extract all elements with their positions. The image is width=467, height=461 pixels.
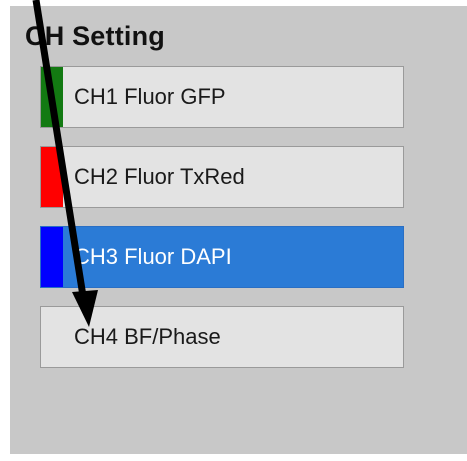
ch2-color-swatch [41,147,63,207]
ch3-label: CH3 Fluor DAPI [74,244,232,269]
ch1-button[interactable]: CH1 Fluor GFP [40,66,404,128]
ch4-label: CH4 BF/Phase [74,324,221,349]
ch1-color-swatch [41,67,63,127]
ch4-button[interactable]: CH4 BF/Phase [40,306,404,368]
panel-title: CH Setting [25,21,165,51]
ch3-color-swatch [41,227,63,287]
panel-bottom-edge [10,454,467,461]
ch2-button[interactable]: CH2 Fluor TxRed [40,146,404,208]
ch1-label: CH1 Fluor GFP [74,84,226,109]
ch3-button[interactable]: CH3 Fluor DAPI [40,226,404,288]
ch2-label: CH2 Fluor TxRed [74,164,245,189]
